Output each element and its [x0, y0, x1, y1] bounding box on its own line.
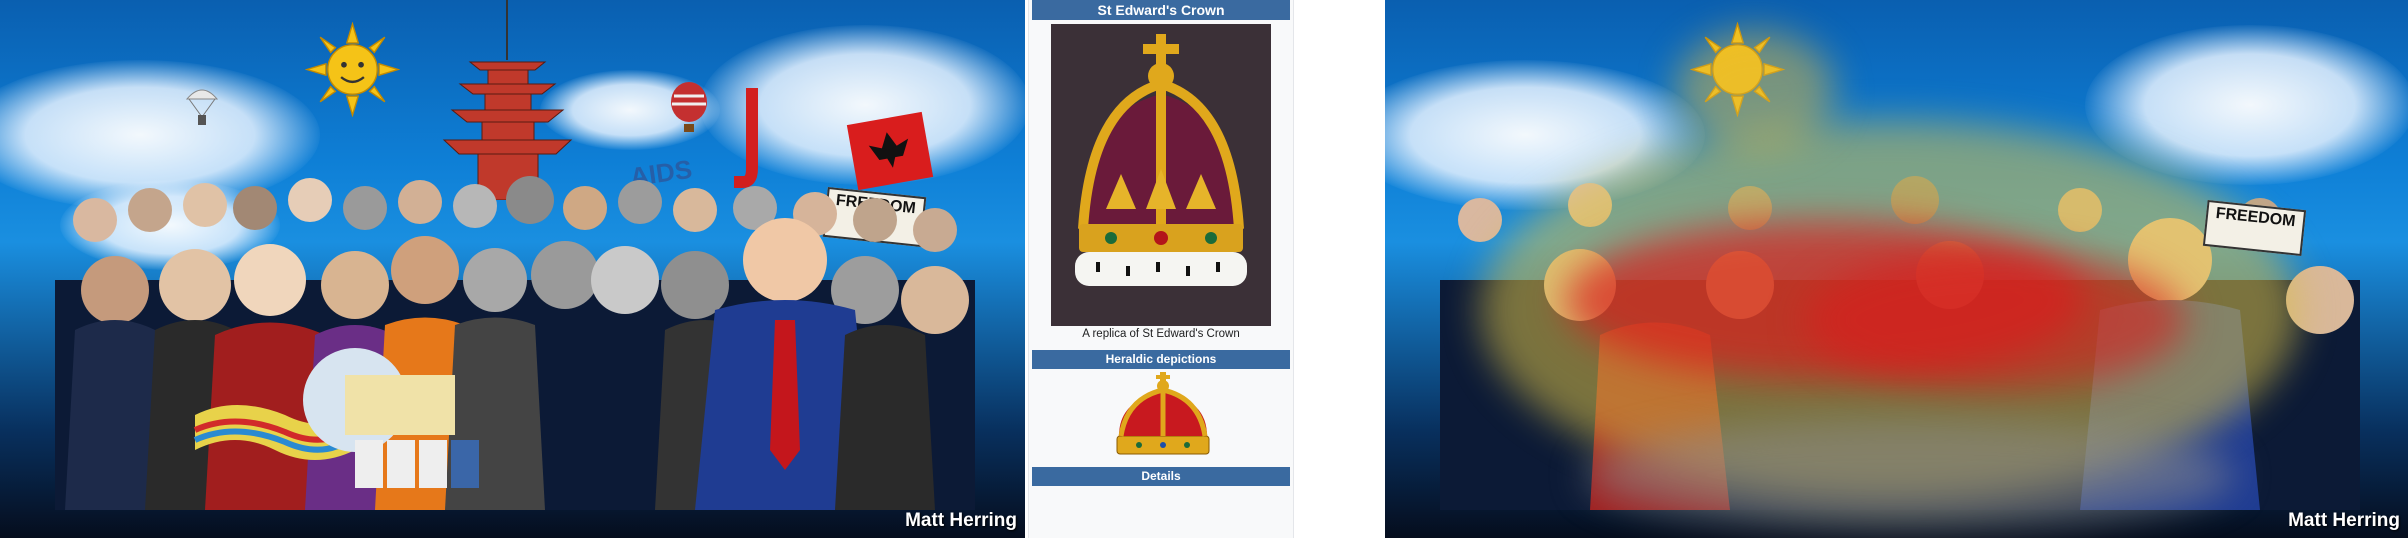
bodies [65, 300, 935, 510]
collage-original: AIDS FREEDOM [0, 0, 1025, 538]
artist-signature: Matt Herring [905, 510, 1017, 531]
heatmap-region-warm [1675, 30, 1835, 150]
sun-icon [305, 22, 400, 117]
heatmap-region-hot [1805, 250, 2185, 390]
artist-signature: Matt Herring [2288, 510, 2400, 531]
heatmap-region-cool [1585, 420, 2235, 530]
crowd-illustration [55, 176, 975, 510]
heraldic-crown-icon [1116, 372, 1210, 455]
image-caption: A replica of St Edward's Crown [1082, 328, 1240, 340]
crown-photo [1051, 24, 1271, 326]
comparison-page: AIDS FREEDOM [0, 0, 2408, 538]
infobox: St Edward's Crown A replica of St Edward… [1028, 0, 1294, 538]
hot-air-balloon-icon [671, 82, 707, 132]
collage-heatmap: FREEDOM Matt Herring [1385, 0, 2408, 538]
infobox-title: St Edward's Crown [1032, 0, 1290, 20]
details-header: Details [1032, 467, 1290, 486]
freedom-sign-text: FREEDOM [2214, 204, 2297, 231]
back-row-faces [73, 176, 957, 252]
heraldic-header: Heraldic depictions [1032, 350, 1290, 369]
parachute-icon [185, 89, 219, 125]
crown-icon [1051, 24, 1271, 326]
